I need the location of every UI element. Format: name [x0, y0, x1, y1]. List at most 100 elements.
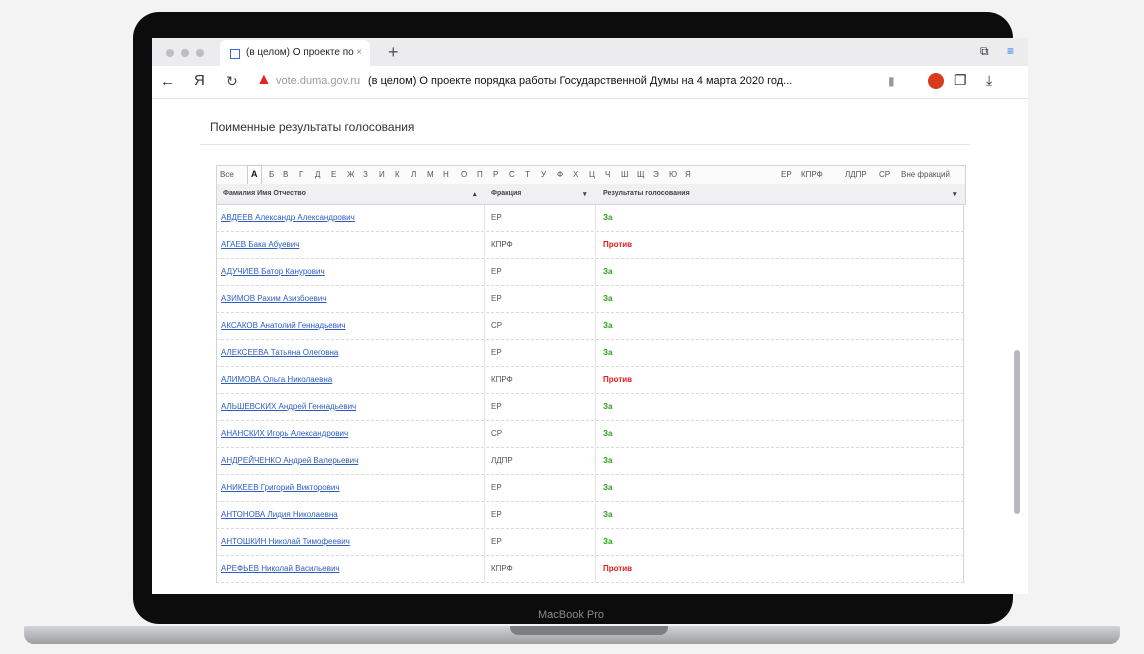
vote-result-cell: За — [603, 456, 613, 465]
faction-cell: ЕР — [491, 348, 502, 357]
reload-icon[interactable]: ↻ — [226, 73, 238, 90]
letter-filter-14[interactable]: О — [461, 167, 467, 183]
letter-filter-26[interactable]: Э — [653, 167, 659, 183]
yandex-logo-icon[interactable]: Я — [194, 72, 205, 89]
letter-filter-8[interactable]: З — [363, 167, 368, 183]
url-page-title[interactable]: (в целом) О проекте порядка работы Госуд… — [368, 75, 878, 87]
deputy-name-link[interactable]: АНИКЕЕВ Григорий Викторович — [221, 483, 340, 492]
faction-cell: ЕР — [491, 294, 502, 303]
vote-result-cell: За — [603, 321, 613, 330]
letter-filter-10[interactable]: К — [395, 167, 400, 183]
faction-filter-3[interactable]: СР — [879, 167, 890, 183]
scrollbar-thumb[interactable] — [1014, 350, 1020, 514]
vote-result-cell: Против — [603, 564, 633, 573]
maximize-window-button[interactable] — [196, 49, 204, 57]
letter-filter-27[interactable]: Ю — [669, 167, 677, 183]
letter-filter-9[interactable]: И — [379, 167, 385, 183]
column-divider — [595, 448, 596, 474]
faction-filter-1[interactable]: КПРФ — [801, 167, 823, 183]
sort-down-icon[interactable]: ▾ — [953, 190, 957, 198]
faction-cell: ЕР — [491, 483, 502, 492]
deputy-name-link[interactable]: АГАЕВ Бака Абуевич — [221, 240, 299, 249]
vote-result-cell: За — [603, 267, 613, 276]
table-row: АНТОНОВА Лидия Николаевна ЕР За — [216, 502, 964, 529]
table-row: АЛЕКСЕЕВА Татьяна Олеговна ЕР За — [216, 340, 964, 367]
new-tab-button[interactable]: + — [388, 41, 399, 63]
faction-filter-0[interactable]: ЕР — [781, 167, 792, 183]
table-row: АЛИМОВА Ольга Николаевна КПРФ Против — [216, 367, 964, 394]
letter-filter-25[interactable]: Щ — [637, 167, 645, 183]
deputy-name-link[interactable]: АЛЕКСЕЕВА Татьяна Олеговна — [221, 348, 338, 357]
close-window-button[interactable] — [166, 49, 174, 57]
table-row: АВДЕЕВ Александр Александрович ЕР За — [216, 205, 964, 232]
sort-down-icon[interactable]: ▾ — [583, 190, 587, 198]
back-arrow-icon[interactable]: ← — [160, 73, 175, 90]
bookmark-icon[interactable]: ▮ — [888, 74, 895, 88]
deputy-name-link[interactable]: АЛЬШЕВСКИХ Андрей Геннадьевич — [221, 402, 356, 411]
letter-filter-24[interactable]: Ш — [621, 167, 628, 183]
faction-cell: ЕР — [491, 537, 502, 546]
notifications-icon[interactable]: ≡ — [1007, 44, 1014, 58]
column-divider — [484, 502, 485, 528]
vote-result-cell: За — [603, 510, 613, 519]
deputy-name-link[interactable]: АРЕФЬЕВ Николай Васильевич — [221, 564, 340, 573]
minimize-window-button[interactable] — [181, 49, 189, 57]
url-domain[interactable]: vote.duma.gov.ru — [276, 75, 360, 87]
column-divider — [595, 313, 596, 339]
letter-filter-12[interactable]: М — [427, 167, 434, 183]
vote-result-cell: Против — [603, 375, 633, 384]
insecure-warning-icon[interactable]: ▲ — [256, 71, 272, 89]
letter-filter-22[interactable]: Ц — [589, 167, 595, 183]
deputy-name-link[interactable]: АНТОШКИН Николай Тимофеевич — [221, 537, 350, 546]
translate-icon[interactable]: ❐ — [954, 72, 967, 89]
deputy-name-link[interactable]: АЛИМОВА Ольга Николаевна — [221, 375, 332, 384]
deputy-name-link[interactable]: АНДРЕЙЧЕНКО Андрей Валерьевич — [221, 456, 358, 465]
letter-filter-5[interactable]: Д — [315, 167, 320, 183]
letter-filter-18[interactable]: Т — [525, 167, 530, 183]
table-row: АНТОШКИН Николай Тимофеевич ЕР За — [216, 529, 964, 556]
address-bar: ← Я ↻ ▲ vote.duma.gov.ru (в целом) О про… — [152, 66, 1028, 99]
letter-filter-28[interactable]: Я — [685, 167, 691, 183]
letter-filter-17[interactable]: С — [509, 167, 515, 183]
letter-filter-11[interactable]: Л — [411, 167, 416, 183]
letter-filter-21[interactable]: Х — [573, 167, 578, 183]
letter-filter-1[interactable]: А — [247, 165, 262, 185]
extension-icon[interactable] — [928, 73, 944, 89]
letter-filter-19[interactable]: У — [541, 167, 546, 183]
faction-filter-2[interactable]: ЛДПР — [845, 167, 867, 183]
column-divider — [595, 394, 596, 420]
letter-filter-0[interactable]: Все — [220, 167, 234, 183]
deputy-name-link[interactable]: АКСАКОВ Анатолий Геннадьевич — [221, 321, 346, 330]
window-controls — [166, 49, 204, 57]
letter-filter-3[interactable]: В — [283, 167, 288, 183]
download-icon[interactable]: ⤓ — [986, 72, 992, 89]
deputy-name-link[interactable]: АЗИМОВ Рахим Азизбоевич — [221, 294, 326, 303]
close-tab-icon[interactable]: × — [356, 40, 362, 66]
sort-asc-icon[interactable]: ▴ — [473, 190, 477, 198]
column-divider — [595, 502, 596, 528]
faction-filter-4[interactable]: Вне фракций — [901, 167, 950, 183]
deputy-name-link[interactable]: АНТОНОВА Лидия Николаевна — [221, 510, 338, 519]
letter-filter-20[interactable]: Ф — [557, 167, 563, 183]
letter-filter-2[interactable]: Б — [269, 167, 274, 183]
active-tab[interactable]: (в целом) О проекте по × — [220, 40, 370, 66]
column-divider — [484, 556, 485, 582]
table-row: АРЕФЬЕВ Николай Васильевич КПРФ Против — [216, 556, 964, 583]
column-header-faction[interactable]: Фракция — [491, 190, 521, 197]
letter-filter-7[interactable]: Ж — [347, 167, 354, 183]
column-header-name[interactable]: Фамилия Имя Отчество — [223, 190, 306, 197]
letter-filter-23[interactable]: Ч — [605, 167, 610, 183]
deputy-name-link[interactable]: АДУЧИЕВ Батор Канурович — [221, 267, 325, 276]
letter-filter-16[interactable]: Р — [493, 167, 498, 183]
deputy-name-link[interactable]: АНАНСКИХ Игорь Александрович — [221, 429, 348, 438]
letter-filter-13[interactable]: Н — [443, 167, 449, 183]
letter-filter-6[interactable]: Е — [331, 167, 336, 183]
deputy-name-link[interactable]: АВДЕЕВ Александр Александрович — [221, 213, 355, 222]
letter-filter-15[interactable]: П — [477, 167, 483, 183]
letter-filter-4[interactable]: Г — [299, 167, 303, 183]
column-divider — [484, 367, 485, 393]
faction-cell: КПРФ — [491, 564, 513, 573]
column-header-result[interactable]: Результаты голосования — [603, 190, 690, 197]
vote-result-cell: За — [603, 294, 613, 303]
tabs-overview-icon[interactable]: ⧉ — [980, 44, 989, 59]
